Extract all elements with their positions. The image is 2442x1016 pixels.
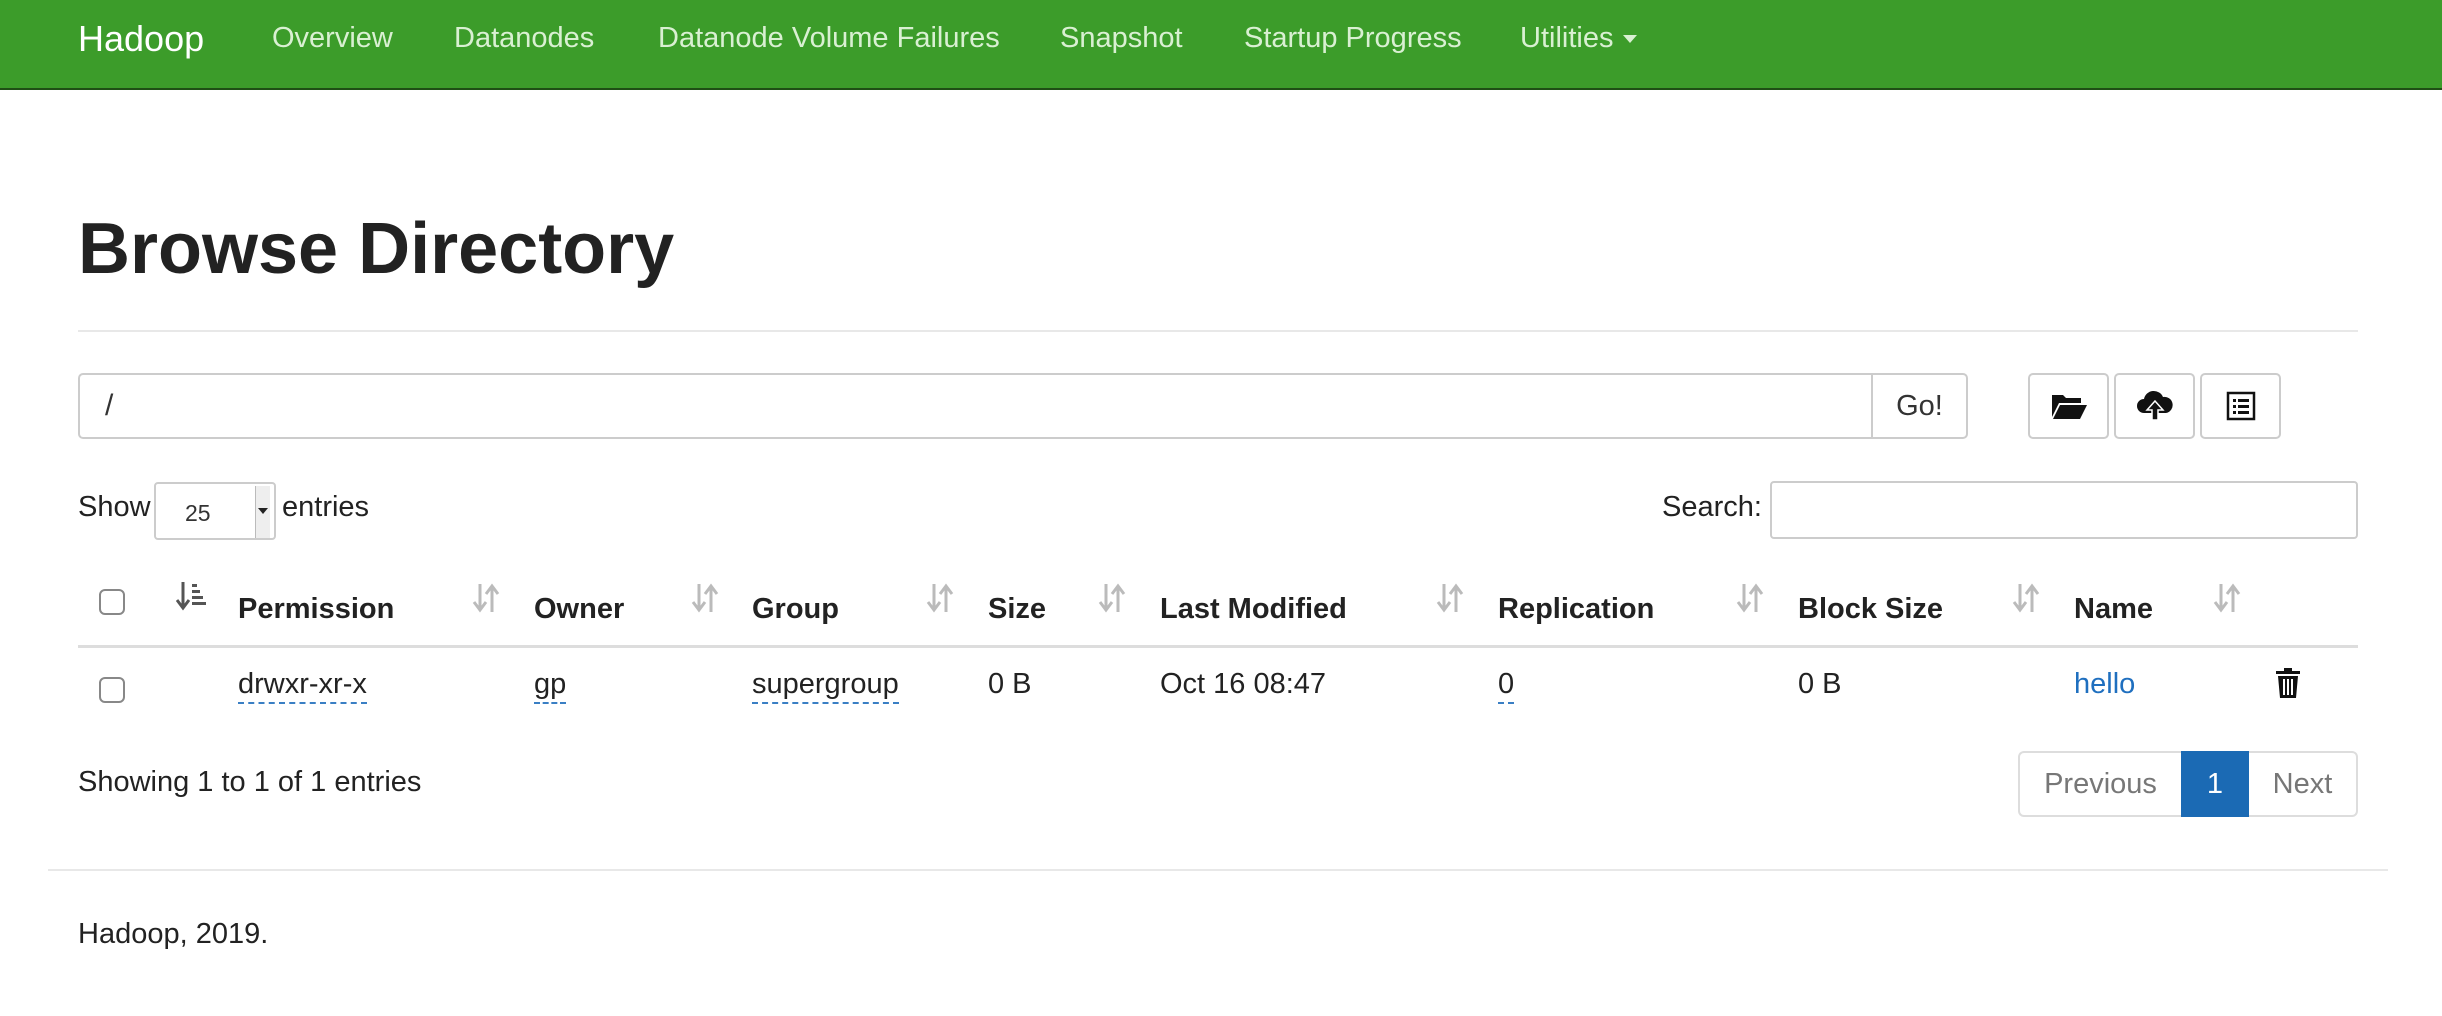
column-header-permission[interactable]: Permission xyxy=(238,593,394,626)
replication-value[interactable]: 0 xyxy=(1498,668,1515,704)
sort-both-icon xyxy=(472,583,500,613)
nav-snapshot[interactable]: Snapshot xyxy=(1060,22,1183,55)
footer-text: Hadoop, 2019. xyxy=(78,918,269,950)
go-button[interactable]: Go! xyxy=(1871,373,1968,439)
column-header-name[interactable]: Name xyxy=(2074,593,2153,626)
nav-startup-progress[interactable]: Startup Progress xyxy=(1244,22,1462,55)
nav-datanodes[interactable]: Datanodes xyxy=(454,22,594,55)
entries-label: entries xyxy=(282,491,370,523)
column-header-replication[interactable]: Replication xyxy=(1498,593,1654,626)
cell-block-size: 0 B xyxy=(1798,668,1842,700)
upload-files-button[interactable] xyxy=(2114,373,2195,439)
column-header-owner[interactable]: Owner xyxy=(534,593,624,626)
file-name-link[interactable]: hello xyxy=(2074,668,2135,701)
pagination-previous[interactable]: Previous xyxy=(2018,751,2181,817)
footer-divider xyxy=(48,869,2388,871)
page-title: Browse Directory xyxy=(78,209,675,289)
nav-overview[interactable]: Overview xyxy=(272,22,393,55)
column-header-block-size[interactable]: Block Size xyxy=(1798,593,1943,626)
show-label: Show xyxy=(78,491,151,523)
column-header-last-modified[interactable]: Last Modified xyxy=(1160,593,1347,626)
sort-both-icon xyxy=(2012,583,2040,613)
column-header-size[interactable]: Size xyxy=(988,593,1046,626)
caret-down-icon xyxy=(1623,35,1638,44)
create-directory-button[interactable] xyxy=(2028,373,2109,439)
sort-both-icon xyxy=(1736,583,1764,613)
cell-replication[interactable]: 0 xyxy=(1498,668,1515,704)
column-header-group[interactable]: Group xyxy=(752,593,839,626)
sort-both-icon xyxy=(2213,583,2241,613)
nav-utilities-dropdown[interactable]: Utilities xyxy=(1520,22,1638,55)
row-select-checkbox[interactable] xyxy=(99,677,125,703)
cloud-upload-icon xyxy=(2136,390,2173,421)
entries-per-page-select[interactable]: 25 xyxy=(154,482,276,540)
sort-ascending-icon xyxy=(176,582,206,611)
cell-size: 0 B xyxy=(988,668,1032,700)
owner-value[interactable]: gp xyxy=(534,668,567,704)
search-label: Search: xyxy=(1662,491,1762,523)
dropdown-arrow-icon xyxy=(255,486,270,538)
cell-owner[interactable]: gp xyxy=(534,668,567,704)
entries-per-page-value: 25 xyxy=(185,500,211,526)
trash-icon[interactable] xyxy=(2275,667,2301,699)
sort-both-icon xyxy=(1098,583,1126,613)
sort-both-icon xyxy=(691,583,719,613)
title-divider xyxy=(78,330,2358,332)
nav-datanode-volume-failures[interactable]: Datanode Volume Failures xyxy=(658,22,1000,55)
brand-link[interactable]: Hadoop xyxy=(78,18,204,60)
list-alt-icon xyxy=(2226,391,2255,421)
sort-both-icon xyxy=(926,583,954,613)
pagination-next[interactable]: Next xyxy=(2249,751,2358,817)
pagination-page-1[interactable]: 1 xyxy=(2181,751,2249,817)
cell-last-modified: Oct 16 08:47 xyxy=(1160,668,1327,700)
search-input[interactable] xyxy=(1770,481,2358,539)
nav-utilities-label: Utilities xyxy=(1520,22,1614,54)
select-all-checkbox[interactable] xyxy=(99,589,125,615)
cut-paste-button[interactable] xyxy=(2200,373,2281,439)
permission-value[interactable]: drwxr-xr-x xyxy=(238,668,367,704)
table-header-divider xyxy=(78,645,2358,648)
directory-path-input[interactable] xyxy=(78,373,1871,439)
sort-both-icon xyxy=(1436,583,1464,613)
group-value[interactable]: supergroup xyxy=(752,668,899,704)
cell-group[interactable]: supergroup xyxy=(752,668,899,704)
folder-open-icon xyxy=(2051,395,2087,419)
navbar: Hadoop Overview Datanodes Datanode Volum… xyxy=(0,0,2442,90)
cell-permission[interactable]: drwxr-xr-x xyxy=(238,668,367,704)
table-info-text: Showing 1 to 1 of 1 entries xyxy=(78,766,422,798)
